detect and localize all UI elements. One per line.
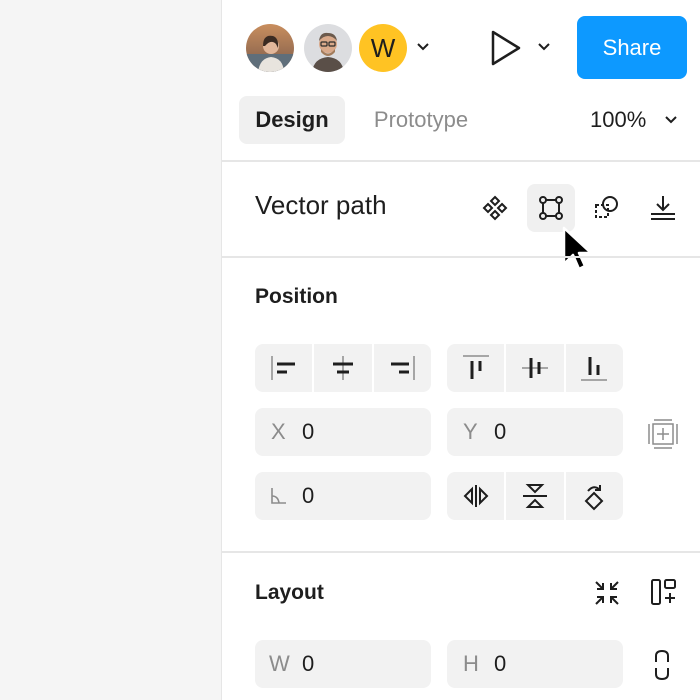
tab-design[interactable]: Design xyxy=(239,96,345,144)
w-label: W xyxy=(269,651,290,676)
export-icon xyxy=(651,196,675,220)
avatar-w[interactable]: W xyxy=(359,24,407,72)
constrain-proportions-button[interactable] xyxy=(650,648,674,682)
align-center-horizontal-button[interactable] xyxy=(312,344,371,392)
component-icon xyxy=(482,195,508,221)
mouse-pointer-icon xyxy=(562,226,594,281)
resize-to-fit-icon xyxy=(595,581,619,605)
properties-panel: W Share Design Prototype 100% Vector pat… xyxy=(221,0,700,700)
align-bottom-button[interactable] xyxy=(563,344,623,392)
vertical-align-group xyxy=(447,344,623,392)
align-center-vertical-button[interactable] xyxy=(504,344,563,392)
height-field[interactable]: H 0 xyxy=(447,640,623,688)
frame-selection-icon xyxy=(539,196,563,220)
h-value: 0 xyxy=(494,651,507,676)
align-top-icon xyxy=(462,355,489,379)
avatar-initial: W xyxy=(370,32,396,63)
align-bottom-icon xyxy=(581,357,608,381)
boolean-icon xyxy=(595,196,618,218)
layer-name: Vector path xyxy=(255,190,387,220)
share-button[interactable]: Share xyxy=(577,16,687,79)
horizontal-align-group xyxy=(255,344,431,392)
align-right-icon xyxy=(391,356,416,380)
auto-layout-icon xyxy=(651,579,676,605)
create-component-button[interactable] xyxy=(471,184,519,232)
y-field[interactable]: Y 0 xyxy=(447,408,623,456)
align-center-horizontal-icon xyxy=(332,356,353,380)
x-label: X xyxy=(271,419,286,444)
align-left-icon xyxy=(270,356,295,380)
divider xyxy=(222,160,700,162)
boolean-operation-button[interactable] xyxy=(583,184,631,232)
divider xyxy=(222,551,700,553)
export-button[interactable] xyxy=(639,184,687,232)
avatar-2[interactable] xyxy=(304,24,352,72)
frame-selection-button[interactable] xyxy=(527,184,575,232)
transform-group xyxy=(447,472,623,520)
flip-vertical-button[interactable] xyxy=(504,472,563,520)
y-value: 0 xyxy=(494,419,507,444)
rotate-90-icon xyxy=(584,485,604,511)
x-field[interactable]: X 0 xyxy=(255,408,431,456)
position-section-title: Position xyxy=(255,285,338,308)
constraints-button[interactable] xyxy=(646,417,680,451)
flip-horizontal-button[interactable] xyxy=(447,472,504,520)
tab-prototype[interactable]: Prototype xyxy=(356,96,486,144)
link-icon xyxy=(655,649,669,681)
avatar-1[interactable] xyxy=(246,24,294,72)
align-left-button[interactable] xyxy=(255,344,312,392)
w-value: 0 xyxy=(302,651,315,676)
h-label: H xyxy=(463,651,479,676)
divider xyxy=(222,256,700,258)
x-value: 0 xyxy=(302,419,315,444)
width-field[interactable]: W 0 xyxy=(255,640,431,688)
align-top-button[interactable] xyxy=(447,344,504,392)
y-label: Y xyxy=(463,419,478,444)
canvas-area[interactable] xyxy=(0,0,221,700)
layout-section-title: Layout xyxy=(255,581,324,604)
align-right-button[interactable] xyxy=(371,344,431,392)
zoom-chevron-down-icon xyxy=(664,115,678,125)
flip-vertical-icon xyxy=(522,484,547,508)
zoom-dropdown[interactable]: 100% xyxy=(590,96,678,144)
align-center-vertical-icon xyxy=(521,358,548,378)
resize-to-fit-button[interactable] xyxy=(592,578,622,608)
avatars-chevron-down-icon[interactable] xyxy=(414,38,432,56)
constraints-icon xyxy=(648,419,678,449)
auto-layout-button[interactable] xyxy=(649,577,679,609)
rotate-90-button[interactable] xyxy=(563,472,623,520)
rotation-icon xyxy=(269,486,287,512)
zoom-value: 100% xyxy=(590,107,647,132)
rotation-field[interactable]: 0 xyxy=(255,472,431,520)
rotation-value: 0 xyxy=(302,483,315,508)
play-chevron-down-icon[interactable] xyxy=(535,38,553,56)
flip-horizontal-icon xyxy=(463,485,489,507)
play-icon[interactable] xyxy=(488,29,524,67)
